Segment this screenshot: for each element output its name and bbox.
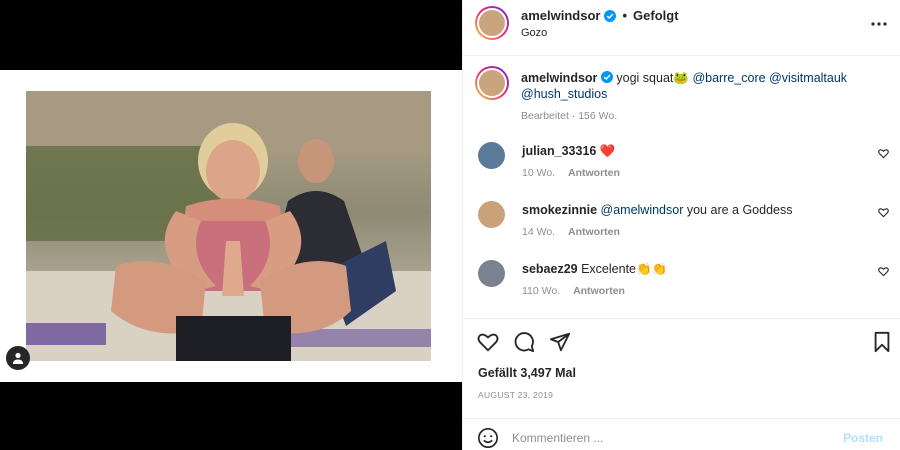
paper-plane-icon[interactable] xyxy=(549,331,571,353)
post-date[interactable]: AUGUST 23, 2019 xyxy=(478,390,553,400)
comment-like-icon[interactable] xyxy=(878,266,889,277)
caption-text: amelwindsor yogi squat🐸 @barre_core @vis… xyxy=(521,70,881,124)
comment-avatar[interactable] xyxy=(478,201,505,228)
reply-button[interactable]: Antworten xyxy=(573,285,625,297)
comment-like-icon[interactable] xyxy=(878,148,889,159)
comment-bubble-icon[interactable] xyxy=(513,331,535,353)
comment-age: 10 Wo. xyxy=(522,167,556,179)
comment-meta: 110 Wo. Antworten xyxy=(522,285,625,297)
comment-text: julian_33316 ❤️ xyxy=(522,144,852,159)
comment-like-icon[interactable] xyxy=(878,207,889,218)
verified-badge-icon xyxy=(600,71,613,83)
post-photo[interactable] xyxy=(26,91,431,361)
action-bar: Gefällt 3,497 Mal AUGUST 23, 2019 xyxy=(463,318,900,418)
smiley-icon[interactable] xyxy=(477,427,499,449)
comment-username[interactable]: sebaez29 xyxy=(522,262,578,276)
reply-button[interactable]: Antworten xyxy=(568,167,620,179)
caption-author-avatar[interactable] xyxy=(475,66,509,100)
author-username[interactable]: amelwindsor xyxy=(521,8,600,23)
post-sidebar: amelwindsor • Gefolgt Gozo amelwindsor y… xyxy=(462,0,900,450)
separator-dot: • xyxy=(622,8,628,23)
comment-meta: 10 Wo. Antworten xyxy=(522,167,620,179)
comment-body: you are a Goddess xyxy=(686,203,793,217)
comment-avatar[interactable] xyxy=(478,142,505,169)
user-tags-button[interactable] xyxy=(6,346,30,370)
mention-link[interactable]: @barre_core xyxy=(692,71,765,85)
mention-link[interactable]: @visitmaltauk xyxy=(769,71,847,85)
likes-count[interactable]: Gefällt 3,497 Mal xyxy=(478,366,576,380)
comment-item: julian_33316 ❤️ 10 Wo. Antworten xyxy=(463,142,900,192)
comment-input[interactable] xyxy=(512,428,812,448)
edited-label: Bearbeitet xyxy=(521,110,569,122)
author-avatar[interactable] xyxy=(475,6,509,40)
more-options-icon[interactable] xyxy=(869,14,889,34)
mention-link[interactable]: @hush_studios xyxy=(521,87,607,101)
comment-username[interactable]: julian_33316 xyxy=(522,144,596,158)
caption-body: yogi squat xyxy=(616,71,674,85)
comment-text: sebaez29 Excelente👏👏 xyxy=(522,262,852,277)
bookmark-icon[interactable] xyxy=(871,331,893,353)
mention-link[interactable]: @amelwindsor xyxy=(601,203,684,217)
comment-avatar[interactable] xyxy=(478,260,505,287)
caption-username[interactable]: amelwindsor xyxy=(521,71,597,85)
caption-emoji: 🐸 xyxy=(673,71,689,85)
caption-meta: Bearbeitet · 156 Wo. xyxy=(521,110,618,122)
caption-age: 156 Wo. xyxy=(578,110,618,122)
comment-emoji: 👏👏 xyxy=(636,262,668,276)
comment-emoji: ❤️ xyxy=(599,144,616,158)
comment-item: smokezinnie @amelwindsor you are a Godde… xyxy=(463,201,900,251)
post-location[interactable]: Gozo xyxy=(521,27,547,39)
reply-button[interactable]: Antworten xyxy=(568,226,620,238)
post-header: amelwindsor • Gefolgt Gozo xyxy=(463,0,900,56)
comment-item: sebaez29 Excelente👏👏 110 Wo. Antworten xyxy=(463,260,900,310)
follow-status-button[interactable]: Gefolgt xyxy=(633,8,679,23)
comment-username[interactable]: smokezinnie xyxy=(522,203,597,217)
author-line: amelwindsor • Gefolgt xyxy=(521,8,679,23)
comment-text: smokezinnie @amelwindsor you are a Godde… xyxy=(522,203,852,217)
comment-body: Excelente xyxy=(581,262,636,276)
comment-meta: 14 Wo. Antworten xyxy=(522,226,620,238)
heart-icon[interactable] xyxy=(477,331,499,353)
media-pane xyxy=(0,0,462,450)
verified-badge-icon xyxy=(604,9,617,22)
comment-age: 14 Wo. xyxy=(522,226,556,238)
comment-composer: Posten xyxy=(463,418,900,450)
post-comment-button[interactable]: Posten xyxy=(843,431,883,445)
user-tag-icon xyxy=(11,351,25,365)
comment-age: 110 Wo. xyxy=(522,285,561,297)
